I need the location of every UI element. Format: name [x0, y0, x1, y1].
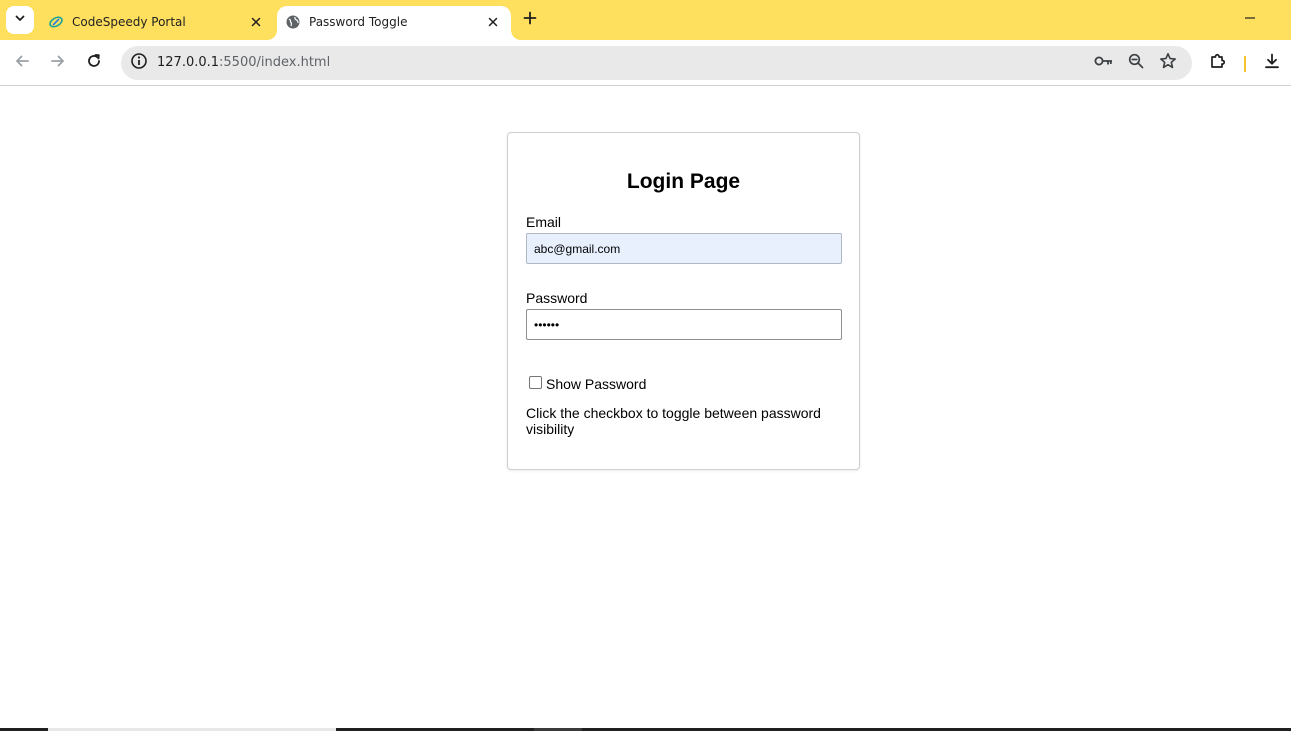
tab-strip: CodeSpeedy Portal Password Toggle — [0, 0, 1291, 40]
chevron-down-icon — [14, 11, 26, 29]
url-text[interactable]: 127.0.0.1:5500/index.html — [157, 55, 330, 71]
info-icon — [130, 52, 148, 75]
back-button[interactable] — [10, 51, 34, 75]
tab-search-button[interactable] — [6, 6, 34, 34]
reload-button[interactable] — [82, 51, 106, 75]
close-icon[interactable] — [248, 14, 264, 30]
forward-button[interactable] — [46, 51, 70, 75]
show-password-checkbox[interactable] — [529, 375, 542, 389]
minimize-button[interactable] — [1238, 8, 1262, 32]
hint-text: Click the checkbox to toggle between pas… — [526, 405, 821, 437]
minimize-icon — [1244, 11, 1256, 29]
tab-codespeedy[interactable]: CodeSpeedy Portal — [40, 6, 274, 40]
tab-title: Password Toggle — [309, 15, 408, 29]
password-manager-button[interactable] — [1092, 51, 1116, 75]
login-card: Login Page Email Password Show Password … — [507, 132, 860, 470]
address-bar[interactable]: 127.0.0.1:5500/index.html — [121, 46, 1192, 80]
tab-password-toggle[interactable]: Password Toggle — [267, 6, 521, 40]
tab-title: CodeSpeedy Portal — [72, 15, 186, 29]
page-title: Login Page — [626, 170, 741, 193]
toolbar-divider — [1244, 56, 1246, 72]
plus-icon — [523, 11, 537, 30]
password-field[interactable] — [526, 309, 842, 340]
zoom-button[interactable] — [1124, 51, 1148, 75]
download-icon — [1264, 53, 1280, 74]
codespeedy-logo-icon — [48, 14, 64, 30]
reload-icon — [86, 53, 102, 74]
bookmark-button[interactable] — [1156, 51, 1180, 75]
extensions-button[interactable] — [1206, 51, 1230, 75]
arrow-left-icon — [14, 53, 30, 74]
site-info-button[interactable] — [127, 51, 151, 75]
zoom-out-icon — [1128, 53, 1144, 74]
email-field[interactable] — [526, 233, 842, 264]
password-label: Password — [526, 290, 588, 306]
downloads-button[interactable] — [1260, 51, 1284, 75]
url-host: 127.0.0.1 — [157, 55, 220, 70]
new-tab-button[interactable] — [518, 8, 542, 32]
puzzle-icon — [1209, 52, 1227, 75]
arrow-right-icon — [50, 53, 66, 74]
show-password-row[interactable]: Show Password — [529, 374, 646, 392]
close-icon[interactable] — [485, 14, 501, 30]
email-label: Email — [526, 214, 562, 230]
key-icon — [1094, 54, 1114, 73]
url-path: :5500/index.html — [219, 55, 331, 70]
globe-icon — [285, 14, 301, 30]
browser-toolbar: 127.0.0.1:5500/index.html — [0, 40, 1291, 86]
star-icon — [1159, 52, 1177, 75]
show-password-label[interactable]: Show Password — [546, 376, 646, 392]
